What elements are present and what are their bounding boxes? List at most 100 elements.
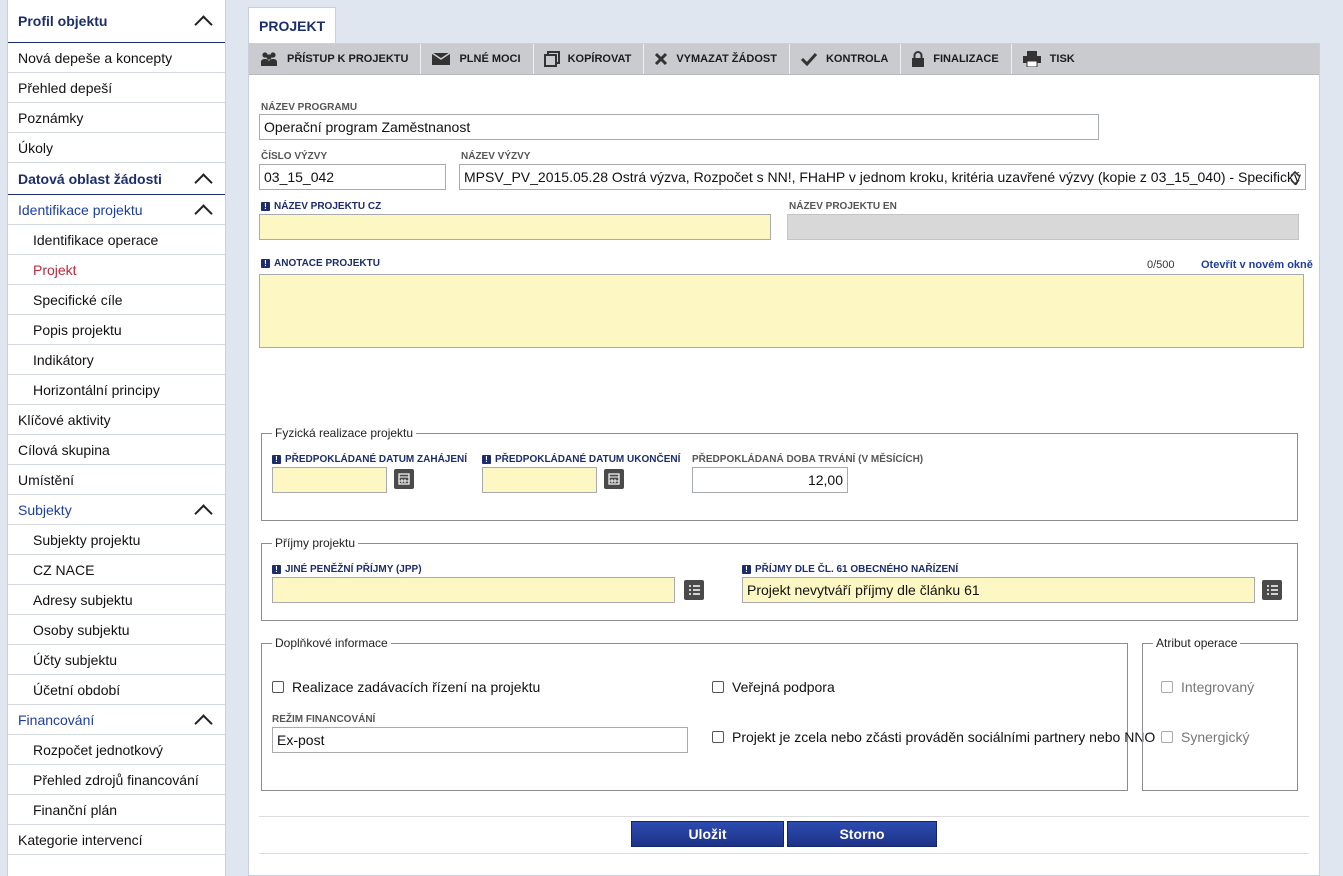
plne-moci-button[interactable]: PLNÉ MOCI: [421, 44, 534, 74]
cislo-vyzvy-field[interactable]: 03_15_042: [259, 164, 446, 190]
sidebar-section-datova-oblast[interactable]: Datová oblast žádosti: [8, 163, 225, 195]
synergicky-label: Synergický: [1181, 729, 1250, 745]
sidebar-item-label: Horizontální principy: [33, 381, 160, 398]
sidebar-item-popis-projektu[interactable]: Popis projektu: [8, 315, 225, 345]
doba-trvani-field[interactable]: 12,00: [692, 467, 848, 493]
datum-ukonceni-input[interactable]: [482, 467, 597, 493]
pristup-k-projektu-button[interactable]: PŘÍSTUP K PROJEKTU: [249, 44, 422, 74]
sidebar-item-label: Osoby subjektu: [33, 621, 130, 638]
sidebar-navigation: Profil objektu Nová depeše a koncepty Přeh…: [7, 0, 226, 876]
sidebar-item-rozpocet-jednotkovy[interactable]: Rozpočet jednotkový: [8, 735, 225, 765]
sidebar-item-label: Indikátory: [33, 351, 94, 368]
nazev-vyzvy-label: NÁZEV VÝZVY: [461, 151, 531, 162]
kontrola-button[interactable]: KONTROLA: [790, 44, 902, 74]
tab-projekt[interactable]: PROJEKT: [248, 7, 337, 43]
cl61-label: ! PŘÍJMY DLE ČL. 61 OBECNÉHO NAŘÍZENÍ: [742, 564, 958, 575]
sidebar-item-financni-plan[interactable]: Finanční plán: [8, 795, 225, 825]
sidebar-item-prehled-depesi[interactable]: Přehled depeší: [8, 73, 225, 103]
sidebar-item-ucetni-obdobi[interactable]: Účetní období: [8, 675, 225, 705]
zadavaci-rizeni-checkbox[interactable]: Realizace zadávacích řízení na projektu: [272, 679, 540, 695]
cl61-input[interactable]: Projekt nevytváří příjmy dle článku 61: [742, 577, 1255, 603]
sidebar-item-indikatory[interactable]: Indikátory: [8, 345, 225, 375]
calendar-icon[interactable]: [604, 469, 624, 489]
nazev-programu-label: NÁZEV PROGRAMU: [261, 102, 358, 113]
printer-icon: [1022, 51, 1041, 67]
sidebar-item-cilova-skupina[interactable]: Cílová skupina: [8, 435, 225, 465]
sidebar-item-kategorie-intervenci[interactable]: Kategorie intervencí: [8, 825, 225, 855]
socialni-partneri-checkbox[interactable]: Projekt je zcela nebo zčásti prováděn so…: [712, 729, 1155, 745]
sidebar-group-financovani[interactable]: Financování: [8, 705, 225, 735]
divider: [259, 853, 1309, 854]
chevron-up-icon[interactable]: [197, 207, 209, 219]
list-icon[interactable]: [1262, 580, 1282, 600]
anotace-textarea[interactable]: [259, 274, 1304, 348]
sidebar-item-ukoly[interactable]: Úkoly: [8, 133, 225, 163]
rezim-financovani-field[interactable]: Ex-post: [272, 727, 688, 753]
required-icon: !: [272, 455, 281, 464]
anotace-label: ! ANOTACE PROJEKTU: [261, 258, 380, 269]
calendar-icon[interactable]: [394, 469, 414, 489]
atribut-legend: Atribut operace: [1153, 636, 1241, 650]
sidebar-item-umisteni[interactable]: Umístění: [8, 465, 225, 495]
checkbox-square[interactable]: [272, 681, 284, 693]
otevrit-v-novem-okne-link[interactable]: Otevřít v novém okně: [1201, 259, 1313, 271]
list-icon[interactable]: [684, 580, 704, 600]
sidebar-item-ucty-subjektu[interactable]: Účty subjektu: [8, 645, 225, 675]
storno-button[interactable]: Storno: [787, 821, 937, 847]
sidebar-section-profil-objektu[interactable]: Profil objektu: [8, 0, 225, 43]
sidebar-item-cz-nace[interactable]: CZ NACE: [8, 555, 225, 585]
verejna-podpora-checkbox[interactable]: Veřejná podpora: [712, 679, 835, 695]
spinner-arrows-icon[interactable]: [1289, 169, 1301, 187]
socialni-partneri-label: Projekt je zcela nebo zčásti prováděn so…: [732, 729, 1156, 745]
sidebar-item-label: Finanční plán: [33, 801, 118, 818]
datum-ukonceni-label: ! PŘEDPOKLÁDANÉ DATUM UKONČENÍ: [482, 454, 680, 465]
chevron-up-icon[interactable]: [197, 717, 209, 729]
sidebar-item-specificke-cile[interactable]: Specifické cíle: [8, 285, 225, 315]
sidebar-item-label: Identifikace projektu: [18, 201, 143, 218]
tisk-button[interactable]: TISK: [1012, 44, 1087, 74]
sidebar-item-poznamky[interactable]: Poznámky: [8, 103, 225, 133]
finalizace-button[interactable]: FINALIZACE: [901, 44, 1012, 74]
sidebar-group-subjekty[interactable]: Subjekty: [8, 495, 225, 525]
nazev-en-label: NÁZEV PROJEKTU EN: [789, 201, 897, 212]
finalizace-label: FINALIZACE: [933, 53, 999, 65]
kopirovat-button[interactable]: KOPÍROVAT: [534, 44, 645, 74]
envelope-icon: [432, 52, 451, 65]
required-icon: !: [261, 259, 270, 268]
tisk-label: TISK: [1049, 53, 1075, 65]
nazev-cz-input[interactable]: [259, 214, 771, 240]
sidebar-item-horizontalni-principy[interactable]: Horizontální principy: [8, 375, 225, 405]
ulozit-button[interactable]: Uložit: [631, 821, 784, 847]
sidebar-item-projekt[interactable]: Projekt: [8, 255, 225, 285]
datum-zahajeni-input[interactable]: [272, 467, 387, 493]
chevron-up-icon[interactable]: [197, 176, 209, 188]
prijmy-projektu-group: Příjmy projektu ! JINÉ PENĚŽNÍ PŘÍJMY (JP…: [261, 536, 1298, 621]
nazev-vyzvy-field[interactable]: MPSV_PV_2015.05.28 Ostrá výzva, Rozpočet…: [459, 164, 1306, 190]
check-icon: [800, 52, 818, 66]
chevron-up-icon[interactable]: [197, 507, 209, 519]
fyzicka-realizace-group: Fyzická realizace projektu ! PŘEDPOKLÁDAN…: [261, 426, 1298, 521]
vymazat-zadost-button[interactable]: VYMAZAT ŽÁDOST: [644, 44, 790, 74]
sidebar-item-adresy-subjektu[interactable]: Adresy subjektu: [8, 585, 225, 615]
sidebar-item-nova-depese[interactable]: Nová depeše a koncepty: [8, 43, 225, 73]
sidebar-item-identifikace-operace[interactable]: Identifikace operace: [8, 225, 225, 255]
nazev-en-input: [787, 214, 1299, 240]
sidebar-item-prehled-zdroju[interactable]: Přehled zdrojů financování: [8, 765, 225, 795]
nazev-programu-field[interactable]: Operační program Zaměstnanost: [259, 114, 1099, 140]
checkbox-square[interactable]: [712, 681, 724, 693]
sidebar-item-label: Účty subjektu: [33, 651, 118, 668]
checkbox-square[interactable]: [712, 731, 724, 743]
prijmy-legend: Příjmy projektu: [272, 536, 359, 550]
vymazat-label: VYMAZAT ŽÁDOST: [676, 53, 777, 65]
jpp-input[interactable]: [272, 577, 675, 603]
sidebar-item-subjekty-projektu[interactable]: Subjekty projektu: [8, 525, 225, 555]
sidebar-item-klicove-aktivity[interactable]: Klíčové aktivity: [8, 405, 225, 435]
lock-icon: [912, 51, 925, 67]
zadavaci-rizeni-label: Realizace zadávacích řízení na projektu: [292, 679, 541, 695]
chevron-up-icon[interactable]: [197, 18, 209, 30]
jpp-label: ! JINÉ PENĚŽNÍ PŘÍJMY (JPP): [272, 564, 422, 575]
sidebar-item-osoby-subjektu[interactable]: Osoby subjektu: [8, 615, 225, 645]
doba-trvani-label: PŘEDPOKLÁDANÁ DOBA TRVÁNÍ (V MĚSÍCÍCH): [692, 454, 924, 465]
required-icon: !: [261, 202, 270, 211]
sidebar-group-identifikace-projektu[interactable]: Identifikace projektu: [8, 195, 225, 225]
